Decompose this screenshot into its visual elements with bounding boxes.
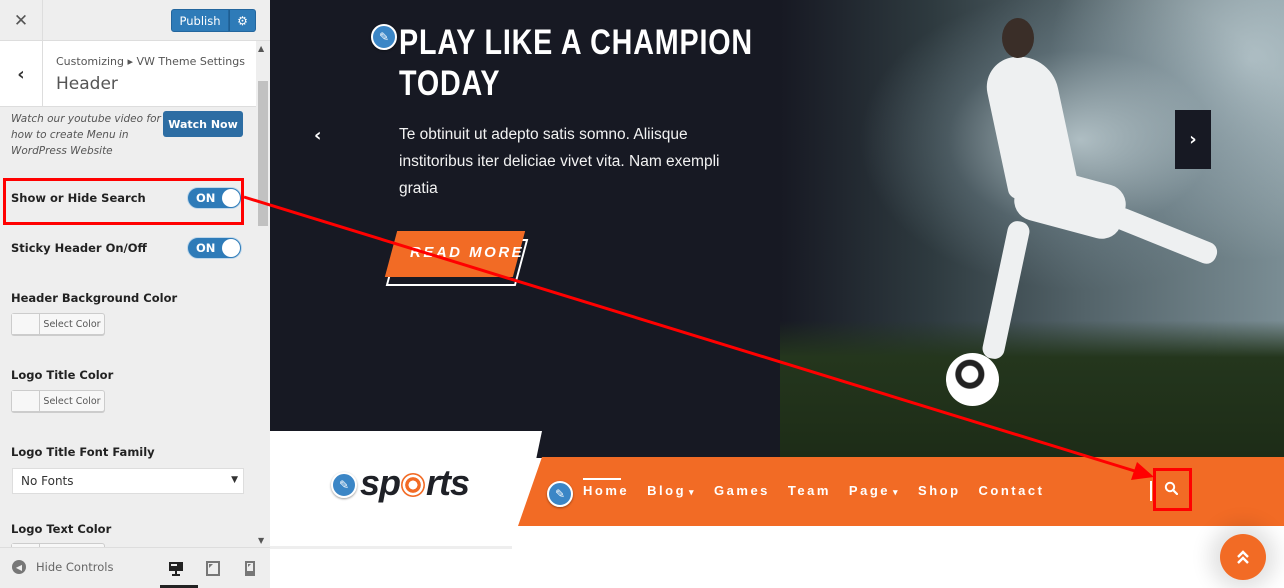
- back-button[interactable]: ‹: [0, 41, 43, 107]
- nav-item-contact[interactable]: Contact: [979, 483, 1045, 498]
- logo-title-color-label: Logo Title Color: [11, 368, 114, 382]
- logo-font-family-select[interactable]: No Fonts ▼: [12, 468, 244, 494]
- slider-prev-button[interactable]: ‹: [314, 125, 321, 146]
- site-preview: ✎ PLAY LIKE A CHAMPION TODAY Te obtinuit…: [270, 0, 1284, 588]
- caret-down-icon: ▾: [689, 487, 697, 497]
- scroll-up-icon[interactable]: ▲: [258, 44, 264, 53]
- hero-title: PLAY LIKE A CHAMPION TODAY: [399, 22, 753, 104]
- annotation-highlight-search: [1153, 468, 1192, 511]
- edit-shortcut-icon[interactable]: ✎: [371, 24, 397, 50]
- video-hint-text: Watch our youtube video for how to creat…: [11, 113, 161, 157]
- customizer-footer: ◀ Hide Controls: [0, 547, 270, 588]
- nav-item-home[interactable]: Home: [583, 478, 630, 498]
- read-more-button[interactable]: READ MORE: [384, 231, 536, 289]
- chevron-right-icon: ›: [1189, 129, 1197, 150]
- chevron-left-icon: ‹: [17, 63, 25, 85]
- soccer-ball-icon: [401, 473, 426, 498]
- sidebar-scrollbar[interactable]: ▲ ▼: [256, 41, 270, 547]
- nav-menu: Home Blog ▾ Games Team Page ▾ Shop Contact: [583, 478, 1062, 498]
- collapse-icon: ◀: [12, 560, 26, 574]
- nav-item-page[interactable]: Page ▾: [849, 483, 900, 498]
- selected-font: No Fonts: [21, 474, 74, 488]
- close-customizer-button[interactable]: ✕: [0, 0, 43, 41]
- hide-controls-button[interactable]: ◀ Hide Controls: [12, 560, 113, 574]
- nav-label: Shop: [918, 483, 961, 498]
- select-color-label: Select Color: [43, 318, 101, 330]
- preview-tablet-button[interactable]: [203, 558, 223, 578]
- soccer-ball: [946, 353, 999, 406]
- nav-separator: [1150, 481, 1152, 501]
- desktop-icon: [169, 561, 183, 576]
- nav-label: Blog: [647, 483, 687, 498]
- header-bg-color-label: Header Background Color: [11, 291, 178, 305]
- double-chevron-up-icon: [1237, 550, 1249, 564]
- logo-text-color-label: Logo Text Color: [11, 522, 112, 536]
- dropdown-arrow-icon: ▼: [231, 475, 238, 485]
- preview-desktop-button[interactable]: [160, 558, 198, 588]
- breadcrumb: Customizing ▸ VW Theme Settings: [56, 55, 245, 68]
- close-icon: ✕: [13, 10, 29, 31]
- hide-controls-label: Hide Controls: [36, 560, 114, 574]
- hero-player-image: [780, 0, 1284, 458]
- nav-label: Team: [787, 483, 831, 498]
- hero-slider: ✎ PLAY LIKE A CHAMPION TODAY Te obtinuit…: [270, 0, 1284, 458]
- section-header: ‹ Customizing ▸ VW Theme Settings Header: [0, 41, 256, 107]
- publish-settings-button[interactable]: ⚙: [229, 9, 256, 32]
- pencil-icon: ✎: [338, 478, 350, 492]
- nav-item-games[interactable]: Games: [714, 483, 770, 498]
- color-swatch: [12, 391, 40, 411]
- scroll-to-top-button[interactable]: [1220, 534, 1266, 580]
- header-divider: [270, 546, 512, 549]
- logo-edit-shortcut[interactable]: ✎: [331, 472, 357, 498]
- site-logo[interactable]: sp rts: [360, 462, 470, 504]
- preview-mobile-button[interactable]: [240, 558, 260, 578]
- tablet-icon: [206, 560, 220, 576]
- nav-label: Home: [583, 483, 630, 498]
- customizer-sidebar: ✕ Publish ⚙ ‹ Customizing ▸ VW Theme Set…: [0, 0, 270, 588]
- chevron-left-icon: ‹: [314, 125, 322, 146]
- player-leg: [1109, 205, 1221, 267]
- mobile-icon: [245, 560, 255, 576]
- read-more-label: READ MORE: [410, 244, 525, 261]
- nav-item-team[interactable]: Team: [788, 483, 831, 498]
- publish-button[interactable]: Publish: [171, 9, 229, 32]
- toggle-knob: [222, 239, 240, 257]
- scroll-down-icon[interactable]: ▼: [258, 536, 264, 545]
- player-head: [1002, 18, 1034, 58]
- sticky-header-toggle[interactable]: ON: [187, 237, 242, 259]
- nav-item-blog[interactable]: Blog ▾: [647, 483, 696, 498]
- controls-panel: Watch our youtube video for how to creat…: [0, 107, 256, 547]
- player-leg: [980, 219, 1032, 361]
- nav-edit-shortcut[interactable]: ✎: [547, 481, 573, 507]
- slider-next-button[interactable]: ›: [1175, 110, 1211, 169]
- scrollbar-thumb[interactable]: [258, 81, 268, 226]
- annotation-highlight-toggle: [3, 178, 244, 225]
- toggle-state: ON: [196, 241, 216, 255]
- hero-title-line1: PLAY LIKE A CHAMPION: [399, 23, 753, 62]
- gear-icon: ⚙: [237, 13, 248, 28]
- section-title: Header: [56, 74, 118, 94]
- pencil-icon: ✎: [554, 487, 566, 501]
- logo-font-family-label: Logo Title Font Family: [11, 445, 155, 459]
- caret-down-icon: ▾: [893, 487, 901, 497]
- logo-text-start: sp: [360, 462, 401, 503]
- header-bg-color-picker[interactable]: Select Color: [11, 313, 105, 335]
- customizer-topbar: ✕ Publish ⚙: [0, 0, 270, 41]
- watch-now-button[interactable]: Watch Now: [163, 111, 243, 137]
- select-color-label: Select Color: [43, 395, 101, 407]
- color-swatch: [12, 314, 40, 334]
- nav-label: Page: [848, 483, 890, 498]
- hero-description: Te obtinuit ut adepto satis somno. Aliis…: [399, 126, 720, 197]
- nav-label: Contact: [978, 483, 1045, 498]
- logo-text-end: rts: [426, 462, 470, 503]
- nav-label: Games: [714, 483, 770, 498]
- logo-title-color-picker[interactable]: Select Color: [11, 390, 105, 412]
- hero-title-line2: TODAY: [399, 64, 501, 103]
- nav-item-shop[interactable]: Shop: [918, 483, 961, 498]
- pencil-icon: ✎: [378, 30, 390, 44]
- sticky-header-label: Sticky Header On/Off: [11, 241, 147, 255]
